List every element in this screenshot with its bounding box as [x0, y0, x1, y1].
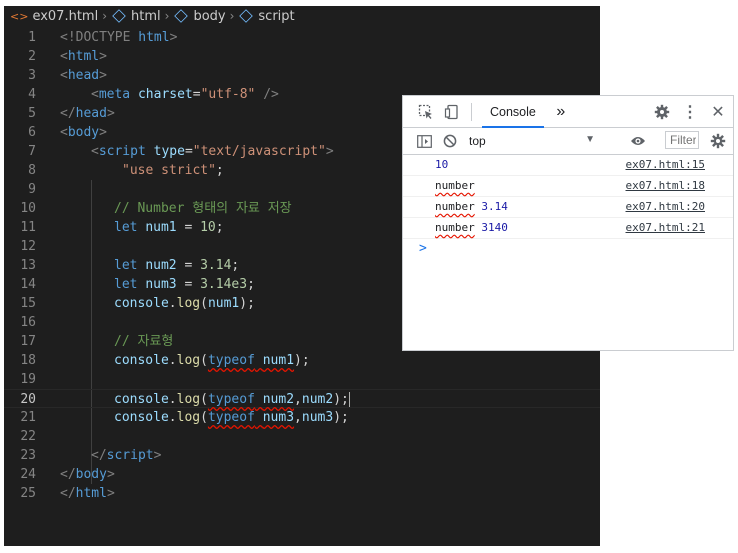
- devtools-tabbar: Console » ⋮ ✕: [403, 96, 733, 128]
- log-value: 10: [435, 158, 449, 171]
- code-line-18: 18 console.log(typeof num1);: [20, 353, 310, 368]
- source-link[interactable]: ex07.html:18: [626, 176, 705, 196]
- code-line-21: 21 console.log(typeof num3,num3);: [20, 410, 349, 425]
- element-icon: [239, 9, 254, 23]
- chevron-right-icon: ›: [102, 9, 107, 23]
- console-message: number 3140 ex07.html:21: [403, 218, 733, 239]
- html-file-icon: <>: [10, 9, 29, 23]
- caret-down-icon: ▼: [585, 134, 595, 145]
- console-messages: 10 ex07.html:15 number ex07.html:18 numb…: [403, 155, 733, 259]
- live-expression-eye-icon[interactable]: [625, 128, 651, 154]
- element-icon: [174, 9, 189, 23]
- code-line-2: 2 <html>: [28, 49, 107, 64]
- filter-input[interactable]: [665, 131, 699, 149]
- sidebar-toggle-icon[interactable]: [411, 128, 437, 154]
- code-line-22: 22: [20, 429, 36, 444]
- device-toolbar-icon[interactable]: [439, 99, 465, 125]
- tab-console[interactable]: Console: [478, 96, 548, 128]
- breadcrumb-body[interactable]: body: [193, 9, 225, 24]
- source-link[interactable]: ex07.html:20: [626, 197, 705, 217]
- more-tabs-button[interactable]: »: [548, 99, 574, 125]
- context-selector[interactable]: top ▼: [469, 134, 595, 148]
- clear-console-icon[interactable]: [437, 128, 463, 154]
- prompt-icon: >: [419, 241, 427, 256]
- console-prompt-row[interactable]: >: [403, 239, 733, 259]
- breadcrumb-file[interactable]: ex07.html: [32, 9, 98, 24]
- breadcrumb: <> ex07.html › html › body › script: [4, 6, 600, 26]
- element-icon: [112, 9, 126, 23]
- log-type-value: number 3140: [435, 221, 508, 234]
- console-message: number ex07.html:18: [403, 176, 733, 197]
- close-icon[interactable]: ✕: [705, 99, 731, 125]
- console-message: number 3.14 ex07.html:20: [403, 197, 733, 218]
- breadcrumb-html[interactable]: html: [131, 9, 161, 24]
- chevron-right-icon: ›: [164, 9, 170, 23]
- code-line-1: 1 <!DOCTYPE html>: [28, 30, 178, 45]
- settings-icon[interactable]: [649, 99, 675, 125]
- code-line-20-current: 20 console.log(typeof num2,num2);: [4, 389, 600, 408]
- devtools-panel: Console » ⋮ ✕ top ▼ 10 ex07.html:15 numbe…: [402, 95, 734, 351]
- log-type-value: number 3.14: [435, 200, 508, 213]
- console-message: 10 ex07.html:15: [403, 155, 733, 176]
- kebab-menu-icon[interactable]: ⋮: [677, 99, 703, 125]
- text-cursor: [348, 392, 350, 407]
- context-label: top: [469, 134, 486, 148]
- console-toolbar: top ▼: [403, 128, 733, 155]
- source-link[interactable]: ex07.html:21: [626, 218, 705, 238]
- toolbar-divider: [471, 102, 472, 121]
- code-line-23: 23 </script>: [20, 448, 162, 463]
- log-type: number: [435, 179, 475, 192]
- console-settings-icon[interactable]: [705, 128, 731, 154]
- code-line-3: 3 <head>: [28, 68, 107, 83]
- source-link[interactable]: ex07.html:15: [626, 155, 705, 175]
- chevron-right-icon: ›: [229, 9, 235, 23]
- code-line-24: 24 </body>: [20, 467, 115, 482]
- code-line-25: 25 </html>: [20, 486, 115, 501]
- breadcrumb-script[interactable]: script: [258, 9, 294, 24]
- code-line-19: 19: [20, 372, 36, 387]
- inspect-element-icon[interactable]: [413, 99, 439, 125]
